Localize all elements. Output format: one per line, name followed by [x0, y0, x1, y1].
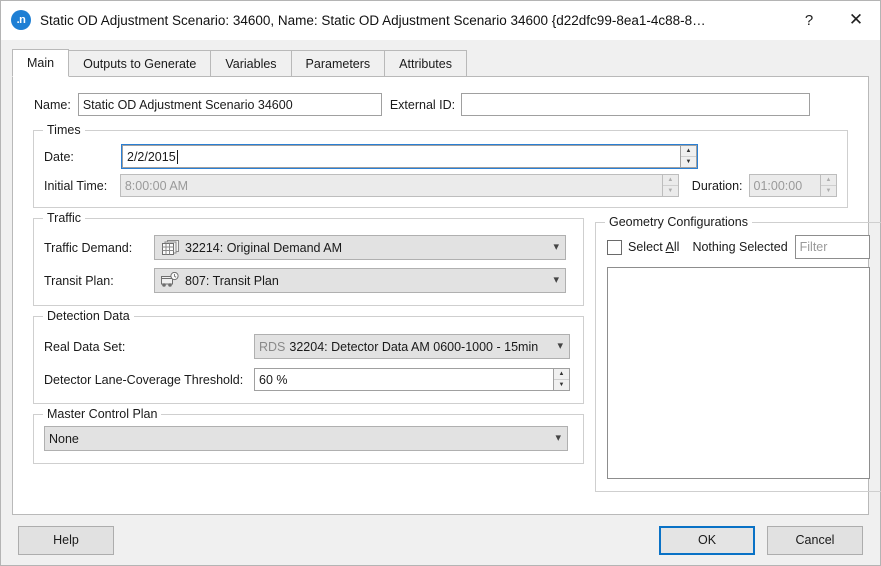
detection-data-group-title: Detection Data	[43, 309, 134, 323]
master-control-plan-group-title: Master Control Plan	[43, 407, 162, 421]
initial-time-label: Initial Time:	[44, 178, 108, 193]
external-id-label: External ID:	[389, 97, 456, 112]
initial-time-spinner: 8:00:00 AM ▲ ▼	[119, 174, 679, 197]
tab-parameters[interactable]: Parameters	[290, 50, 386, 77]
traffic-demand-value: 32214: Original Demand AM	[185, 240, 343, 255]
main-tab-panel: Name: Static OD Adjustment Scenario 3460…	[12, 77, 881, 515]
geometry-configurations-group: Geometry Configurations Select All Nothi…	[595, 215, 881, 492]
duration-spinner: 01:00:00 ▲ ▼	[748, 174, 837, 197]
threshold-row: Detector Lane-Coverage Threshold: 60 % ▲…	[44, 368, 573, 391]
dialog-window: .n Static OD Adjustment Scenario: 34600,…	[0, 0, 881, 566]
traffic-demand-combo[interactable]: 32214: Original Demand AM ▾	[154, 235, 566, 260]
threshold-input[interactable]: 60 %	[254, 368, 553, 391]
date-spinner[interactable]: 2/2/2015 ▲ ▼	[122, 145, 697, 168]
real-data-set-value: 32204: Detector Data AM 0600-1000 - 15mi…	[289, 339, 539, 354]
transit-plan-row: Transit Plan: 807: Transit Plan ▾	[44, 268, 573, 293]
external-id-input[interactable]	[461, 93, 811, 116]
initial-time-spin-up-icon: ▲	[662, 175, 678, 186]
right-column: Geometry Configurations Select All Nothi…	[593, 208, 881, 492]
traffic-group-title: Traffic	[43, 211, 86, 225]
duration-label: Duration:	[691, 178, 743, 193]
content-columns: Traffic Traffic Demand: 32214: Original …	[24, 208, 881, 492]
geometry-filter-input[interactable]: Filter	[794, 235, 870, 259]
date-label: Date:	[44, 149, 74, 164]
name-input[interactable]: Static OD Adjustment Scenario 34600	[77, 93, 382, 116]
transit-plan-label: Transit Plan:	[44, 273, 114, 288]
traffic-group: Traffic Traffic Demand: 32214: Original …	[33, 211, 584, 306]
initial-time-input: 8:00:00 AM	[119, 174, 662, 197]
transit-plan-combo[interactable]: 807: Transit Plan ▾	[154, 268, 566, 293]
threshold-spin-up-icon[interactable]: ▲	[554, 369, 569, 380]
app-icon: .n	[11, 10, 31, 30]
tab-attributes[interactable]: Attributes	[384, 50, 467, 77]
threshold-spin-buttons[interactable]: ▲ ▼	[553, 368, 570, 391]
real-data-set-combo[interactable]: RDS 32204: Detector Data AM 0600-1000 - …	[254, 334, 570, 359]
master-control-plan-value: None	[49, 431, 79, 446]
chevron-down-icon[interactable]: ▾	[553, 275, 559, 286]
master-control-plan-combo[interactable]: None ▾	[44, 426, 568, 451]
geometry-configurations-group-title: Geometry Configurations	[605, 215, 752, 229]
date-spin-up-icon[interactable]: ▲	[681, 146, 696, 157]
select-all-label[interactable]: Select All	[628, 240, 679, 254]
geometry-selection-status: Nothing Selected	[692, 240, 788, 254]
select-all-mnemonic: A	[665, 240, 674, 254]
transit-plan-value: 807: Transit Plan	[185, 273, 279, 288]
initial-time-row: Initial Time: 8:00:00 AM ▲ ▼ Duration: 0…	[44, 174, 837, 197]
times-group-title: Times	[43, 123, 85, 137]
help-button[interactable]: Help	[18, 525, 114, 555]
chevron-down-icon[interactable]: ▾	[555, 433, 561, 444]
chevron-down-icon[interactable]: ▾	[553, 242, 559, 253]
tab-bar: Main Outputs to Generate Variables Param…	[12, 49, 869, 77]
left-column: Traffic Traffic Demand: 32214: Original …	[24, 208, 593, 464]
cancel-button[interactable]: Cancel	[767, 525, 863, 555]
detection-data-group: Detection Data Real Data Set: RDS 32204:…	[33, 309, 584, 404]
name-row: Name: Static OD Adjustment Scenario 3460…	[34, 93, 857, 116]
geometry-configurations-list[interactable]	[607, 267, 870, 479]
tab-outputs-to-generate[interactable]: Outputs to Generate	[68, 50, 212, 77]
geometry-header-row: Select All Nothing Selected Filter	[607, 235, 870, 259]
duration-spin-buttons: ▲ ▼	[820, 174, 837, 197]
traffic-demand-label: Traffic Demand:	[44, 240, 133, 255]
window-title: Static OD Adjustment Scenario: 34600, Na…	[40, 12, 706, 28]
duration-input: 01:00:00	[748, 174, 820, 197]
duration-spin-down-icon: ▼	[825, 188, 832, 194]
threshold-spin-down-icon[interactable]: ▼	[554, 380, 569, 390]
master-control-plan-group: Master Control Plan None ▾	[33, 407, 584, 464]
duration-spin-up-icon: ▲	[821, 175, 836, 186]
tab-main[interactable]: Main	[12, 49, 70, 77]
close-icon[interactable]: ✕	[832, 1, 880, 39]
real-data-set-prefix: RDS	[259, 339, 286, 354]
chevron-down-icon[interactable]: ▾	[557, 341, 563, 352]
help-titlebar-button[interactable]: ?	[786, 1, 832, 39]
date-row: Date: 2/2/2015 ▲ ▼	[44, 145, 837, 168]
real-data-set-label: Real Data Set:	[44, 339, 126, 354]
real-data-set-row: Real Data Set: RDS 32204: Detector Data …	[44, 334, 573, 359]
select-all-checkbox[interactable]	[607, 239, 622, 255]
matrix-stack-icon	[159, 238, 181, 258]
initial-time-spin-down-icon: ▼	[667, 188, 674, 194]
bus-clock-icon	[159, 271, 181, 291]
name-label: Name:	[34, 97, 71, 112]
date-spin-down-icon[interactable]: ▼	[681, 157, 696, 167]
date-value: 2/2/2015	[127, 149, 176, 164]
threshold-spinner[interactable]: 60 % ▲ ▼	[254, 368, 570, 391]
tab-variables[interactable]: Variables	[210, 50, 292, 77]
times-group: Times Date: 2/2/2015 ▲ ▼ Initial Time: 8…	[33, 123, 848, 208]
threshold-label: Detector Lane-Coverage Threshold:	[44, 372, 244, 387]
initial-time-spin-buttons: ▲ ▼	[661, 174, 679, 197]
traffic-demand-row: Traffic Demand: 32214: Original Demand A…	[44, 235, 573, 260]
dialog-footer: Help OK Cancel	[1, 515, 880, 565]
title-bar: .n Static OD Adjustment Scenario: 34600,…	[1, 1, 880, 40]
date-input[interactable]: 2/2/2015	[122, 145, 680, 168]
text-caret	[176, 149, 178, 164]
ok-button[interactable]: OK	[659, 525, 755, 555]
date-spin-buttons[interactable]: ▲ ▼	[680, 145, 697, 168]
